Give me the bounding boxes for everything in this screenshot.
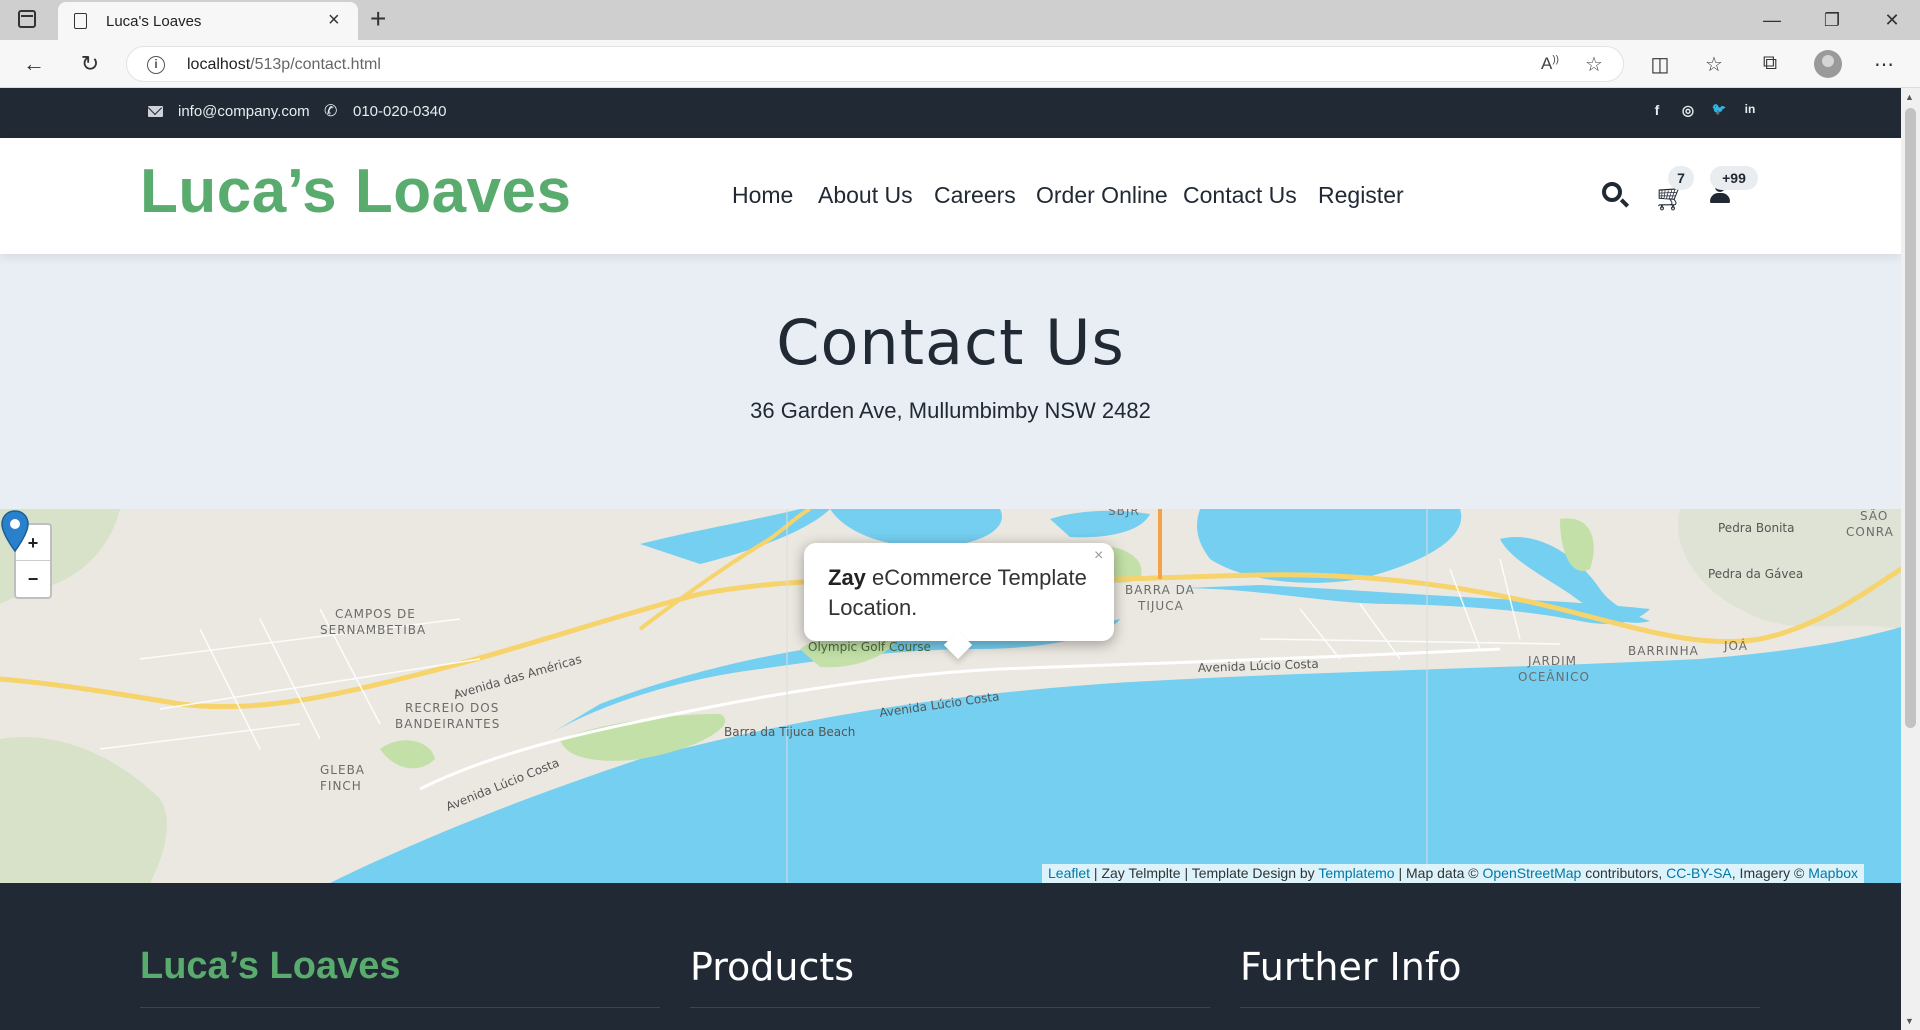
popup-bold: Zay: [828, 565, 866, 590]
attribution-text: | Zay Telmplte | Template Design by: [1090, 865, 1319, 881]
back-icon[interactable]: ←: [18, 48, 50, 80]
page-title: Contact Us: [776, 306, 1125, 379]
popup-text: Zay eCommerce Template Location.: [828, 563, 1098, 623]
map-label: SÃO: [1860, 509, 1888, 523]
attribution-text: , Imagery ©: [1731, 865, 1809, 881]
map-poi-label: Pedra Bonita: [1718, 521, 1794, 535]
leaflet-link[interactable]: Leaflet: [1048, 865, 1090, 881]
popup-body: eCommerce Template Location.: [828, 565, 1087, 620]
instagram-icon[interactable]: ◎: [1679, 102, 1697, 119]
tab-actions-icon[interactable]: [18, 10, 36, 28]
nav-contact-us[interactable]: Contact Us: [1183, 182, 1297, 209]
map-marker-icon[interactable]: [0, 509, 30, 553]
add-favorite-icon[interactable]: ☆: [1585, 52, 1603, 77]
refresh-icon[interactable]: ↻: [74, 48, 106, 80]
map-poi-label: Pedra da Gávea: [1708, 567, 1803, 581]
split-screen-icon[interactable]: ◫: [1646, 52, 1674, 77]
url-path: /513p/contact.html: [250, 56, 381, 73]
profile-avatar[interactable]: [1814, 50, 1842, 78]
footer-divider: [140, 1007, 660, 1008]
phone-icon: ✆: [324, 103, 338, 120]
url-text: localhost/513p/contact.html: [187, 56, 381, 74]
footer-divider: [690, 1007, 1210, 1008]
scroll-up-icon[interactable]: ▲: [1905, 92, 1914, 102]
address-bar[interactable]: i localhost/513p/contact.html A)) ☆: [126, 46, 1624, 82]
map-label: RECREIO DOS: [405, 701, 499, 715]
page-icon: [74, 13, 87, 29]
map-label: JARDIM: [1527, 654, 1577, 668]
site-footer: Luca’s Loaves Products Further Info: [0, 883, 1901, 1030]
web-page: info@company.com ✆ 010-020-0340 f ◎ 🐦 in…: [0, 88, 1901, 1030]
search-icon[interactable]: [1602, 182, 1622, 202]
nav-careers[interactable]: Careers: [934, 182, 1016, 209]
map-poi-label: Olympic Golf Course: [808, 640, 931, 654]
close-tab-icon[interactable]: ×: [328, 10, 340, 30]
envelope-icon: [148, 106, 163, 117]
attribution-text: contributors,: [1581, 865, 1667, 881]
site-header: Luca’s Loaves Home About Us Careers Orde…: [0, 138, 1901, 254]
contact-phone-link[interactable]: 010-020-0340: [353, 103, 446, 120]
contact-hero: Contact Us 36 Garden Ave, Mullumbimby NS…: [0, 254, 1901, 509]
more-menu-icon[interactable]: ⋯: [1870, 52, 1898, 77]
ccbysa-link[interactable]: CC-BY-SA: [1666, 865, 1732, 881]
map-label: OCEÂNICO: [1518, 669, 1590, 684]
map-label: BANDEIRANTES: [395, 717, 500, 731]
map-label: CAMPOS DE: [335, 607, 416, 621]
map-label: BARRINHA: [1628, 644, 1699, 658]
map-label: BARRA DA: [1125, 583, 1195, 597]
browser-tab-strip: Luca's Loaves × + — ❐ ✕: [0, 0, 1920, 40]
minimize-icon[interactable]: —: [1752, 6, 1792, 34]
browser-toolbar: ← ↻ i localhost/513p/contact.html A)) ☆ …: [0, 40, 1920, 88]
site-logo[interactable]: Luca’s Loaves: [140, 156, 572, 227]
map-attribution: Leaflet | Zay Telmplte | Template Design…: [1042, 864, 1865, 883]
map-label: TIJUCA: [1137, 599, 1184, 613]
map-label: JOÁ: [1723, 638, 1748, 653]
browser-tab[interactable]: Luca's Loaves ×: [58, 2, 358, 40]
map-label: SERNAMBETIBA: [320, 623, 426, 637]
read-aloud-icon[interactable]: A)): [1541, 54, 1559, 74]
footer-further-info-heading: Further Info: [1240, 945, 1462, 989]
mapbox-link[interactable]: Mapbox: [1808, 865, 1858, 881]
attribution-text: | Map data ©: [1394, 865, 1483, 881]
contact-email-link[interactable]: info@company.com: [178, 103, 310, 120]
twitter-icon[interactable]: 🐦: [1710, 102, 1728, 116]
facebook-icon[interactable]: f: [1648, 102, 1666, 118]
openstreetmap-link[interactable]: OpenStreetMap: [1482, 865, 1581, 881]
restore-icon[interactable]: ❐: [1812, 6, 1852, 34]
location-map[interactable]: CAMPOS DE SERNAMBETIBA RECREIO DOS BANDE…: [0, 509, 1901, 883]
user-count-badge: +99: [1710, 166, 1758, 190]
footer-divider: [1240, 1007, 1760, 1008]
map-label: FINCH: [320, 779, 362, 793]
nav-about-us[interactable]: About Us: [818, 182, 913, 209]
templatemo-link[interactable]: Templatemo: [1318, 865, 1394, 881]
contact-topbar: info@company.com ✆ 010-020-0340 f ◎ 🐦 in: [0, 88, 1901, 138]
zoom-out-button[interactable]: −: [16, 561, 50, 597]
map-label: GLEBA: [320, 763, 365, 777]
linkedin-icon[interactable]: in: [1741, 102, 1759, 116]
map-poi-label: Barra da Tijuca Beach: [724, 725, 855, 739]
cart-count-badge: 7: [1668, 166, 1694, 190]
url-host: localhost: [187, 56, 251, 73]
page-scrollbar[interactable]: ▲ ▼: [1901, 88, 1920, 1030]
site-info-icon[interactable]: i: [147, 56, 165, 74]
favorites-icon[interactable]: ☆: [1700, 52, 1728, 77]
nav-home[interactable]: Home: [732, 182, 793, 209]
map-popup: × Zay eCommerce Template Location.: [804, 543, 1114, 641]
tab-title: Luca's Loaves: [106, 13, 202, 30]
address-text: 36 Garden Ave, Mullumbimby NSW 2482: [750, 398, 1151, 423]
footer-products-heading: Products: [690, 945, 855, 989]
nav-order-online[interactable]: Order Online: [1036, 182, 1168, 209]
scrollbar-thumb[interactable]: [1905, 108, 1916, 728]
map-label: SBJR: [1108, 509, 1140, 518]
map-label: CONRA: [1846, 525, 1894, 539]
nav-register[interactable]: Register: [1318, 182, 1404, 209]
scroll-down-icon[interactable]: ▼: [1905, 1016, 1914, 1026]
close-window-icon[interactable]: ✕: [1872, 6, 1912, 34]
new-tab-icon[interactable]: +: [370, 4, 386, 34]
footer-brand: Luca’s Loaves: [140, 945, 401, 987]
collections-icon[interactable]: ⧉: [1756, 52, 1784, 75]
